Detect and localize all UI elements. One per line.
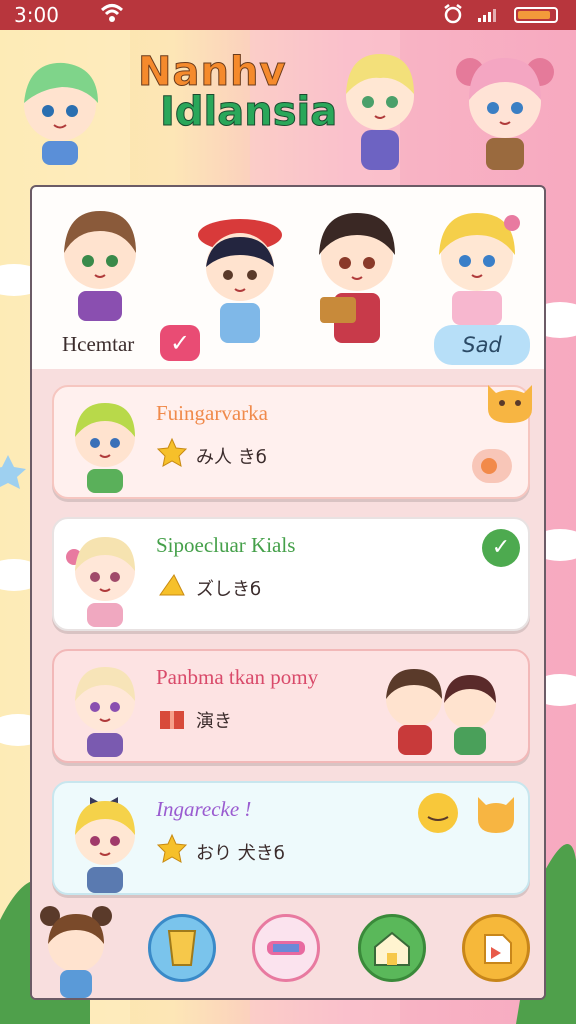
drink-button[interactable] bbox=[148, 914, 216, 982]
card-avatar-cream-hair bbox=[75, 667, 135, 757]
house-button[interactable] bbox=[358, 914, 426, 982]
check-button[interactable]: ✓ bbox=[160, 325, 200, 361]
sad-badge[interactable]: Sad bbox=[434, 325, 530, 365]
status-bar: 3:00 bbox=[0, 0, 576, 30]
home-button[interactable] bbox=[462, 914, 530, 982]
card-avatar-blonde bbox=[66, 537, 135, 627]
card-title: Ingarecke ! bbox=[156, 797, 252, 821]
status-time: 3:00 bbox=[14, 3, 59, 27]
emoji-faces bbox=[418, 793, 514, 833]
star-icon bbox=[156, 437, 188, 467]
cat-icon bbox=[488, 385, 532, 423]
cheese-icon bbox=[159, 574, 185, 596]
card-subtitle: 演き bbox=[196, 711, 232, 732]
alarm-icon bbox=[442, 3, 464, 30]
character-brown-hair[interactable] bbox=[50, 203, 150, 323]
wifi-icon bbox=[100, 2, 124, 29]
list-item[interactable]: Sipoecluar Kials ズしきб ✓ bbox=[52, 517, 530, 631]
nav-character-avatar bbox=[40, 906, 112, 998]
card-companion-characters bbox=[386, 669, 496, 755]
card-title: Panbma tkan pomy bbox=[156, 665, 319, 689]
character-dark-hair-bread[interactable] bbox=[302, 203, 412, 363]
mascot-green-hair-illustration bbox=[24, 62, 98, 165]
list-item[interactable]: Ingarecke ! おり 犬きб bbox=[52, 781, 530, 895]
list-item[interactable]: Panbma tkan pomy 演き bbox=[52, 649, 530, 763]
star-icon bbox=[156, 833, 188, 863]
card-title: Sipoecluar Kials bbox=[156, 533, 296, 557]
candy-button[interactable] bbox=[252, 914, 320, 982]
header-left-label: Hcemtar bbox=[62, 332, 135, 356]
candy-icon bbox=[267, 941, 305, 955]
character-blonde-flower[interactable] bbox=[422, 203, 532, 333]
signal-icon bbox=[478, 9, 496, 22]
drink-icon bbox=[167, 930, 197, 966]
mascot-blonde-cat-illustration bbox=[346, 54, 414, 170]
mascot-pink-hair-illustration bbox=[456, 58, 554, 170]
card-action-button[interactable] bbox=[472, 449, 512, 483]
battery-icon bbox=[514, 7, 558, 23]
app-title: Nanhv Idlansia bbox=[138, 49, 358, 135]
bottom-nav bbox=[32, 898, 544, 998]
card-avatar-blonde-bow bbox=[75, 797, 135, 893]
app-title-line1: Nanhv bbox=[138, 49, 287, 95]
main-panel: Hcemtar ✓ Sad Fuingarvarka み人 きб Sipoecl… bbox=[30, 185, 546, 1000]
character-red-hat[interactable] bbox=[190, 205, 290, 355]
app-title-line2: Idlansia bbox=[160, 89, 338, 135]
card-subtitle: み人 きб bbox=[196, 447, 267, 468]
gift-icon bbox=[160, 711, 184, 729]
house-icon bbox=[374, 931, 410, 966]
card-subtitle: ズしきб bbox=[196, 579, 262, 600]
edit-button[interactable]: ✓ bbox=[482, 529, 520, 567]
card-subtitle: おり 犬きб bbox=[196, 843, 285, 864]
list-item[interactable]: Fuingarvarka み人 きб bbox=[52, 385, 532, 499]
card-title: Fuingarvarka bbox=[156, 401, 268, 425]
card-avatar-green bbox=[75, 403, 135, 493]
home-icon bbox=[484, 934, 512, 964]
